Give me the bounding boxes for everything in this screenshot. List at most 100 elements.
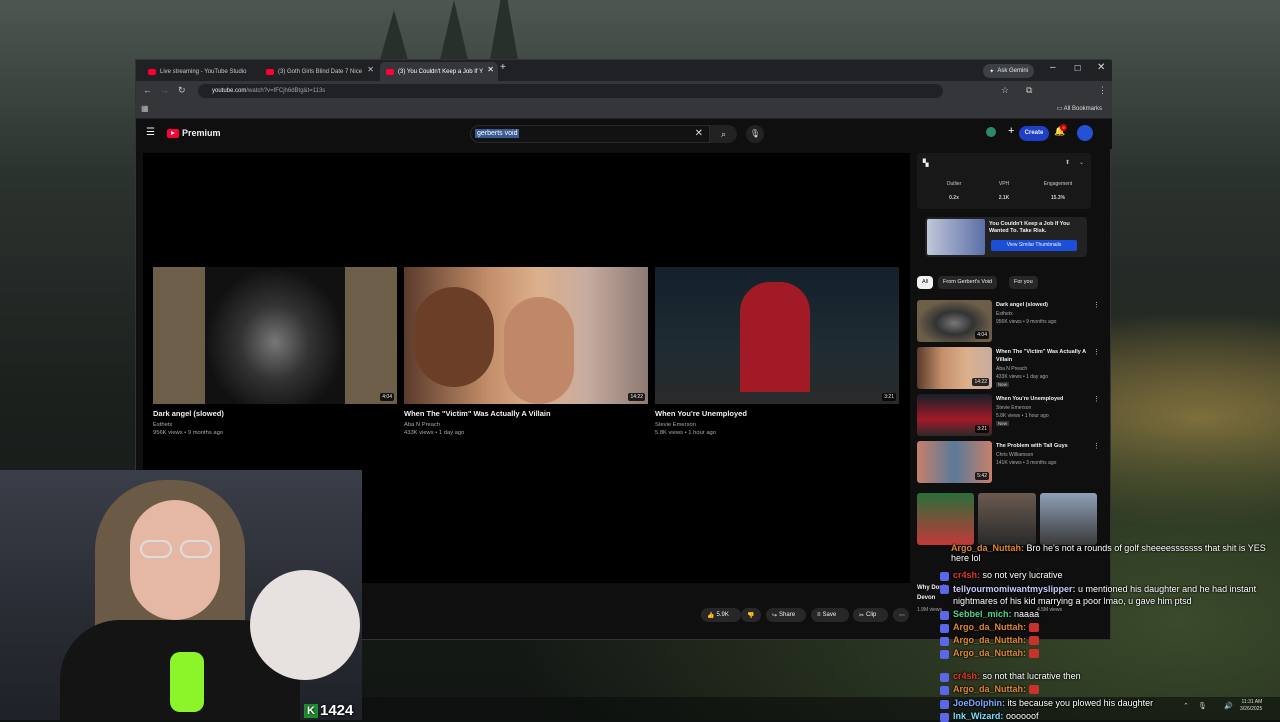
forward-icon[interactable]: → — [160, 85, 169, 95]
stat-outlier: Outlier 0.2x — [946, 181, 962, 201]
tab-current[interactable]: (3) You Couldn't Keep a Job If Y ✕ — [380, 62, 498, 81]
more-options-icon[interactable]: ⋮ — [1093, 442, 1100, 450]
stat-engagement: Engagement 15.3% — [1043, 181, 1073, 201]
clear-search-icon[interactable]: ✕ — [695, 128, 703, 139]
extension-icon[interactable] — [986, 127, 996, 137]
share-icon: ↪ — [772, 612, 778, 619]
emote-icon — [1028, 649, 1039, 659]
kick-logo-icon: K — [304, 704, 318, 718]
plush-toy — [250, 570, 360, 680]
video-thumbnail — [927, 219, 985, 255]
voice-search-button[interactable]: 🎙 — [746, 125, 764, 143]
new-tab-icon[interactable]: + — [500, 62, 506, 73]
more-options-icon[interactable]: ⋮ — [1093, 301, 1100, 309]
save-icon: ≡ — [817, 612, 821, 618]
video-thumbnail: 5:42 — [917, 441, 992, 483]
extension-logo-icon: ▚ — [923, 160, 929, 167]
viewer-count: K 1424 — [304, 702, 353, 719]
chat-message: Argo_da_Nuttah: Bro he's not a rounds of… — [951, 543, 1266, 563]
face-image — [504, 297, 574, 404]
close-window-icon[interactable]: ✕ — [1097, 62, 1105, 73]
chat-overlay: Argo_da_Nuttah: Bro he's not a rounds of… — [917, 540, 1280, 722]
more-actions-button[interactable]: ⋯ — [893, 608, 909, 622]
clip-button[interactable]: ✂ Clip — [853, 608, 888, 622]
dislike-button[interactable]: 👎 — [741, 608, 761, 622]
chat-message: cr4sh: so not very lucrative — [953, 570, 1063, 580]
list-item[interactable]: 4:04 Dark angel (slowed) Esthetx 956K vi… — [917, 300, 1107, 344]
endscreen-thumbnail: 4:04 — [153, 267, 397, 404]
youtube-icon — [386, 68, 394, 75]
emote-icon — [1028, 685, 1039, 695]
tree-silhouette — [490, 0, 518, 60]
more-options-icon[interactable]: ⋮ — [1093, 348, 1100, 356]
video-thumbnail: 14:22 — [917, 347, 992, 389]
gemini-icon: ✦ — [989, 68, 995, 75]
avatar[interactable] — [1077, 125, 1093, 141]
maximize-icon[interactable]: ☐ — [1074, 64, 1081, 73]
close-tab-icon[interactable]: ✕ — [487, 65, 494, 74]
chat-message: Argo_da_Nuttah: — [953, 648, 1039, 659]
search-icon: ⌕ — [720, 129, 727, 139]
shorts-shelf — [917, 493, 1097, 545]
microphone-icon: 🎙 — [749, 129, 761, 138]
chip-all[interactable]: All — [917, 276, 934, 289]
reload-icon[interactable]: ↻ — [178, 85, 186, 96]
endscreen-card-3[interactable]: 3:21 When You're Unemployed Stevie Emers… — [655, 267, 899, 437]
chat-badge-icon — [940, 686, 949, 695]
address-bar-row: ← → ↻ youtube.com/watch?v=fFCjh6dBtg&t=1… — [136, 81, 1112, 101]
webcam-overlay — [0, 470, 362, 720]
chip-from-channel[interactable]: From Gerbert's Void — [938, 276, 998, 289]
youtube-logo[interactable]: Premium — [167, 128, 221, 138]
thumbs-up-icon: 👍 — [707, 612, 715, 619]
close-tab-icon[interactable]: ✕ — [367, 65, 374, 74]
short-thumbnail[interactable] — [917, 493, 975, 545]
video-thumbnail: 3:21 — [917, 394, 992, 436]
menu-dots-icon[interactable]: ⋮ — [1098, 85, 1107, 96]
share-button[interactable]: ↪ Share — [766, 608, 806, 622]
create-plus-icon: + — [1008, 125, 1015, 137]
endscreen-card-2[interactable]: 14:22 When The "Victim" Was Actually A V… — [404, 267, 648, 437]
chat-badge-icon — [940, 585, 949, 594]
create-button[interactable]: Create — [1019, 126, 1049, 141]
tree-silhouette — [440, 0, 468, 60]
endscreen-thumbnail: 14:22 — [404, 267, 648, 404]
youtube-play-icon — [167, 128, 179, 138]
youtube-header: ☰ Premium gerberts void ✕ ⌕ 🎙 + Create 🔔… — [136, 119, 1112, 149]
hamburger-menu-icon[interactable]: ☰ — [146, 127, 155, 138]
minimize-icon[interactable]: – — [1050, 62, 1056, 73]
tab-studio[interactable]: Live streaming - YouTube Studio — [142, 62, 260, 81]
export-icon[interactable]: ⬆ — [1065, 159, 1070, 166]
short-thumbnail[interactable] — [1039, 493, 1097, 545]
chat-message: cr4sh: so not that lucrative then — [953, 671, 1081, 681]
back-icon[interactable]: ← — [143, 85, 152, 95]
tab-goth-girls[interactable]: (3) Goth Girls Blind Date 7 Nice ✕ — [260, 62, 378, 81]
chip-for-you[interactable]: For you — [1009, 276, 1038, 289]
chevron-down-icon[interactable]: ⌄ — [1079, 159, 1084, 166]
like-button[interactable]: 👍 5.9K — [701, 608, 741, 622]
search-button[interactable]: ⌕ — [710, 125, 737, 143]
apps-grid-icon[interactable]: ▦ — [141, 104, 149, 113]
short-thumbnail[interactable] — [978, 493, 1036, 545]
chat-message: Argo_da_Nuttah: — [953, 684, 1039, 695]
energy-drink-can — [170, 652, 204, 712]
list-item[interactable]: 14:22 When The "Victim" Was Actually A V… — [917, 347, 1107, 391]
streamer-face — [130, 500, 220, 620]
tab-bar: Live streaming - YouTube Studio (3) Goth… — [136, 60, 1112, 81]
save-button[interactable]: ≡ Save — [811, 608, 849, 622]
url-field[interactable]: youtube.com/watch?v=fFCjh6dBtg&t=113s — [198, 84, 943, 98]
all-bookmarks[interactable]: ▭ All Bookmarks — [1057, 105, 1102, 112]
view-similar-thumbnails-button[interactable]: View Similar Thumbnails — [991, 240, 1077, 251]
bookmark-star-icon[interactable]: ☆ — [1001, 85, 1009, 96]
more-options-icon[interactable]: ⋮ — [1093, 395, 1100, 403]
ask-gemini-button[interactable]: ✦ Ask Gemini — [983, 64, 1034, 78]
extensions-icon[interactable]: ⧉ — [1026, 85, 1032, 96]
chat-message: JoeDolphin: its because you plowed his d… — [953, 698, 1154, 708]
chat-message: tellyourmomiwantmyslipper: u mentioned h… — [953, 584, 1257, 606]
video-thumbnail: 4:04 — [917, 300, 992, 342]
endscreen-card-1[interactable]: 4:04 Dark angel (slowed) Esthetx 956K vi… — [153, 267, 397, 437]
search-input[interactable]: gerberts void ✕ — [470, 125, 710, 143]
emote-icon — [1028, 623, 1039, 633]
list-item[interactable]: 5:42 The Problem with Tall Guys Chris Wi… — [917, 441, 1107, 485]
chat-badge-icon — [940, 673, 949, 682]
list-item[interactable]: 3:21 When You're Unemployed Stevie Emers… — [917, 394, 1107, 438]
